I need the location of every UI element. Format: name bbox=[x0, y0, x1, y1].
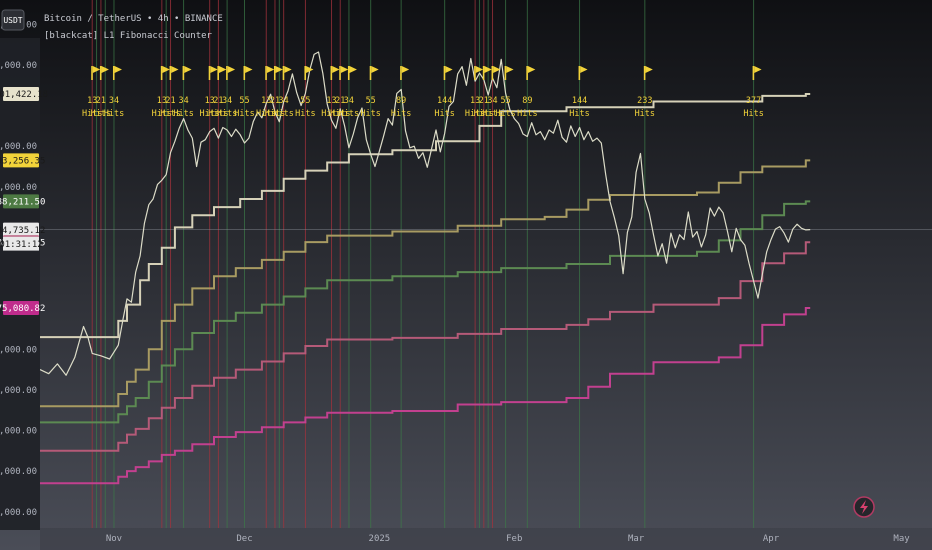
hit-count-label: 55 bbox=[300, 96, 310, 106]
flag-pole bbox=[330, 66, 333, 80]
x-tick-label: Nov bbox=[106, 534, 122, 544]
flag-pole bbox=[226, 66, 228, 80]
countdown-label: 01:31:12 bbox=[0, 240, 43, 250]
chart-title: Bitcoin / TetherUS • 4h • BINANCE bbox=[44, 14, 223, 24]
hit-count-label: 34 bbox=[344, 96, 354, 106]
indicator-label[interactable]: [blackcat] L1 Fibonacci Counter bbox=[44, 31, 213, 41]
flag-pole bbox=[208, 66, 211, 80]
hit-count-label: 34 bbox=[487, 96, 497, 106]
hit-count-label: 144 bbox=[437, 96, 452, 106]
symbol-button-label: USDT bbox=[3, 16, 22, 25]
flag-pole bbox=[504, 66, 507, 80]
hit-count-label: 21 bbox=[165, 96, 175, 106]
flag-pole bbox=[339, 66, 341, 80]
symbol-button[interactable]: USDT bbox=[1, 9, 25, 31]
hit-count-label: 34 bbox=[279, 96, 289, 106]
flag-pole bbox=[99, 66, 102, 80]
hit-count-label: 34 bbox=[178, 96, 188, 106]
price-badge: 84,735.12 bbox=[0, 222, 45, 237]
flag-pole bbox=[643, 66, 646, 80]
hit-count-label: 233 bbox=[637, 96, 652, 106]
time-axis-panel[interactable] bbox=[40, 528, 932, 550]
price-badge: 75,080.82 bbox=[0, 301, 45, 316]
hit-count-label: 34 bbox=[222, 96, 232, 106]
price-badge-label: 93,256.35 bbox=[0, 157, 45, 167]
flag-pole bbox=[526, 66, 528, 80]
hit-count-label: 144 bbox=[572, 96, 587, 106]
hits-word-label: Hits bbox=[339, 109, 359, 119]
y-tick-label: 65,000.00 bbox=[0, 386, 37, 396]
flag-pole bbox=[265, 66, 267, 80]
flag-pole bbox=[400, 66, 402, 80]
flag-pole bbox=[443, 66, 446, 80]
hit-count-label: 89 bbox=[522, 96, 532, 106]
hits-word-label: Hits bbox=[273, 109, 293, 119]
hits-word-label: Hits bbox=[743, 109, 763, 119]
price-badge-label: 88,211.50 bbox=[0, 198, 45, 208]
price-badge-label: 84,735.12 bbox=[0, 226, 45, 236]
bolt-icon[interactable] bbox=[853, 496, 875, 518]
price-axis-panel[interactable] bbox=[0, 38, 40, 530]
flag-pole bbox=[182, 66, 185, 80]
hit-count-label: 377 bbox=[746, 96, 761, 106]
flag-pole bbox=[491, 66, 494, 80]
flag-pole bbox=[282, 66, 285, 80]
x-tick-label: Feb bbox=[506, 534, 522, 544]
hits-word-label: Hits bbox=[104, 109, 124, 119]
x-tick-label: Dec bbox=[236, 534, 252, 544]
y-tick-label: 60,000.00 bbox=[0, 427, 37, 437]
hits-word-label: Hits bbox=[173, 109, 193, 119]
hit-count-label: 34 bbox=[109, 96, 119, 106]
hits-word-label: Hits bbox=[391, 109, 411, 119]
y-tick-label: 90,000.00 bbox=[0, 183, 37, 193]
x-tick-label: 2025 bbox=[369, 534, 391, 544]
x-tick-label: Apr bbox=[763, 534, 780, 544]
flag-pole bbox=[243, 66, 246, 80]
hits-word-label: Hits bbox=[635, 109, 655, 119]
price-badge-label: 75,080.82 bbox=[0, 304, 45, 314]
flag-pole bbox=[474, 66, 476, 80]
y-tick-label: 50,000.00 bbox=[0, 508, 37, 518]
y-tick-label: 105,000.00 bbox=[0, 61, 37, 71]
flag-pole bbox=[91, 66, 93, 80]
flag-pole bbox=[578, 66, 581, 80]
price-badge: 93,256.35 bbox=[0, 153, 45, 168]
flag-pole bbox=[752, 66, 755, 80]
price-badge-label: 101,422.18 bbox=[0, 90, 48, 100]
price-badge: 88,211.50 bbox=[0, 194, 45, 209]
price-chart[interactable]: 13Hits21Hits34Hits13Hits21Hits34Hits13Hi… bbox=[0, 0, 932, 550]
hits-word-label: Hits bbox=[434, 109, 454, 119]
y-tick-label: 70,000.00 bbox=[0, 345, 37, 355]
x-tick-label: May bbox=[893, 534, 910, 544]
flag-pole bbox=[112, 66, 115, 80]
hit-count-label: 55 bbox=[500, 96, 510, 106]
hits-word-label: Hits bbox=[569, 109, 589, 119]
hit-count-label: 55 bbox=[239, 96, 249, 106]
hit-count-label: 55 bbox=[366, 96, 376, 106]
hits-word-label: Hits bbox=[295, 109, 315, 119]
flag-pole bbox=[160, 66, 163, 80]
flag-pole bbox=[273, 66, 276, 80]
flag-pole bbox=[347, 66, 350, 80]
flag-pole bbox=[169, 66, 172, 80]
flag-pole bbox=[482, 66, 485, 80]
hits-word-label: Hits bbox=[495, 109, 515, 119]
hit-count-label: 89 bbox=[396, 96, 406, 106]
flag-pole bbox=[304, 66, 307, 80]
x-tick-label: Mar bbox=[628, 534, 645, 544]
flag-pole bbox=[217, 66, 219, 80]
hits-word-label: Hits bbox=[234, 109, 254, 119]
hit-count-label: 21 bbox=[96, 96, 106, 106]
hits-word-label: Hits bbox=[360, 109, 380, 119]
hits-word-label: Hits bbox=[517, 109, 537, 119]
y-tick-label: 55,000.00 bbox=[0, 467, 37, 477]
y-tick-label: 95,000.00 bbox=[0, 142, 37, 152]
flag-pole bbox=[369, 66, 372, 80]
